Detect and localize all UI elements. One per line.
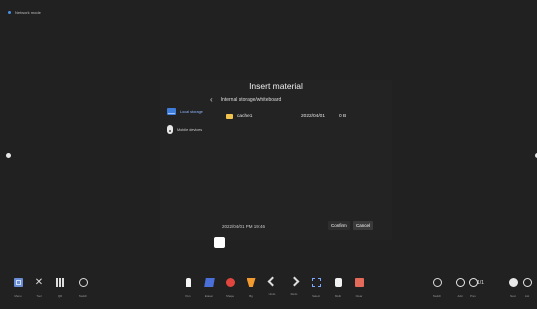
tool-label: Eraser — [204, 294, 214, 298]
source-label: Mobile devices — [177, 127, 203, 132]
folder-icon — [226, 114, 233, 119]
dialog-datetime: 2022/04/01 PM 19:46 — [222, 224, 266, 229]
eraser-icon — [203, 278, 215, 287]
file-size: 0 B — [339, 114, 347, 119]
toolbar-menu[interactable]: Menu — [8, 276, 28, 298]
toolbar-redo[interactable]: Redo — [284, 276, 304, 296]
source-label: Local storage — [180, 109, 203, 114]
tool-label: Redo — [290, 292, 298, 296]
dialog-title: Insert material — [249, 81, 303, 91]
switch-icon — [78, 278, 88, 287]
mobile-device-icon — [167, 125, 173, 134]
folder-storage-icon — [167, 108, 176, 115]
confirm-button[interactable]: Confirm — [328, 221, 350, 230]
tool-label: Multi — [335, 294, 341, 298]
toolbar-multi[interactable]: Multi — [328, 276, 348, 298]
tool-label: Switch — [432, 294, 442, 298]
status-label: Network mode — [15, 10, 41, 15]
bottom-toolbar: Menu ✕ Tool QR Switch Pen Eraser Shape B… — [0, 276, 537, 309]
tool-label: QR — [57, 294, 63, 298]
toolbar-qr[interactable]: QR — [50, 276, 70, 298]
file-date: 2022/04/01 — [301, 114, 326, 119]
menu-icon — [13, 278, 23, 287]
page-counter: 1/1 — [477, 280, 484, 286]
toolbar-switch[interactable]: Switch — [73, 276, 93, 298]
tool-label: Bg — [249, 294, 253, 298]
toolbar-pen[interactable]: Pen — [178, 276, 198, 298]
tool-label: Shape — [225, 294, 235, 298]
insert-material-dialog: Insert material ‹ Internal storage/white… — [160, 80, 392, 240]
network-dot-icon — [8, 11, 11, 14]
tool-label: List — [524, 294, 530, 298]
toolbar-clear[interactable]: Clear — [349, 276, 369, 298]
multi-touch-icon — [334, 278, 342, 287]
left-edge-handle[interactable] — [6, 153, 11, 158]
cancel-button[interactable]: Cancel — [353, 221, 374, 230]
select-icon — [311, 278, 321, 287]
switch-icon — [432, 278, 442, 287]
toolbar-page-list[interactable]: List — [517, 276, 537, 298]
source-local-storage[interactable]: Local storage — [167, 108, 203, 115]
redo-icon — [289, 276, 299, 287]
tool-label: Undo — [268, 292, 276, 296]
toolbar-select[interactable]: Select — [306, 276, 326, 298]
undo-icon — [267, 276, 277, 287]
back-icon[interactable]: ‹ — [210, 96, 213, 104]
toolbar-switch-right[interactable]: Switch — [427, 276, 447, 298]
toolbar-eraser[interactable]: Eraser — [199, 276, 219, 298]
current-path: Internal storage/whiteboard — [220, 97, 282, 103]
tools-icon: ✕ — [34, 277, 44, 288]
file-row[interactable]: cache1 2022/04/01 0 B — [226, 113, 356, 121]
tool-label: Switch — [78, 294, 88, 298]
tool-label: Pen — [185, 294, 191, 298]
tool-label: Prev — [470, 294, 476, 298]
toolbar-bg[interactable]: Bg — [241, 276, 261, 298]
tool-label: Clear — [355, 294, 363, 298]
source-mobile-devices[interactable]: Mobile devices — [167, 125, 202, 134]
checkbox[interactable] — [214, 237, 225, 248]
toolbar-tool[interactable]: ✕ Tool — [29, 276, 49, 299]
status-indicator: Network mode — [8, 10, 41, 15]
pen-icon — [185, 278, 191, 287]
clear-icon — [354, 278, 364, 287]
qr-icon — [55, 278, 65, 287]
tool-label: Select — [312, 294, 320, 298]
toolbar-undo[interactable]: Undo — [262, 276, 282, 296]
path-bar: ‹ Internal storage/whiteboard — [210, 96, 384, 104]
tool-label: Menu — [14, 294, 22, 298]
shape-icon — [225, 278, 235, 287]
page-list-icon — [522, 278, 532, 287]
toolbar-shape[interactable]: Shape — [220, 276, 240, 298]
file-name: cache1 — [237, 114, 253, 119]
tool-label: Tool — [36, 294, 42, 298]
background-icon — [246, 278, 256, 287]
